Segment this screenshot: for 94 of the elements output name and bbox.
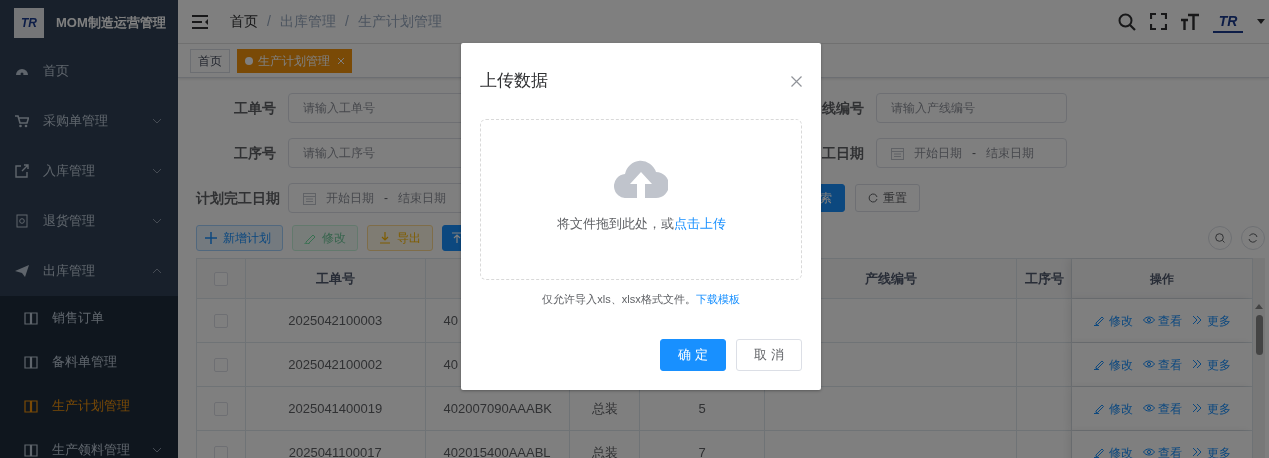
- refresh-button[interactable]: [1241, 226, 1265, 250]
- drop-instructions: 将文件拖到此处，或点击上传: [556, 215, 726, 233]
- export-button[interactable]: 导出: [367, 225, 433, 251]
- edit-link[interactable]: 修改: [1093, 311, 1133, 330]
- scroll-up-arrow-icon[interactable]: [1255, 304, 1263, 309]
- pencil-icon: [1093, 447, 1106, 458]
- double-chevron-icon: [1191, 447, 1204, 458]
- caret-down-icon[interactable]: [1257, 19, 1265, 24]
- double-chevron-icon: [1191, 403, 1204, 414]
- search-icon[interactable]: [1118, 12, 1136, 31]
- double-chevron-icon: [1191, 315, 1204, 326]
- book-icon: [24, 443, 38, 457]
- reset-button[interactable]: 重置: [855, 184, 920, 212]
- paper-plane-icon: [15, 264, 29, 278]
- range-separator: -: [384, 190, 388, 207]
- external-link-icon: [15, 164, 29, 178]
- scrollbar-thumb[interactable]: [1255, 315, 1263, 355]
- table-cell: 402015400AAABL: [425, 431, 571, 458]
- tab[interactable]: 首页: [190, 48, 230, 73]
- table-cell: 7: [640, 431, 765, 458]
- refresh-icon: [1248, 233, 1258, 243]
- menu-item[interactable]: 首页: [0, 46, 178, 96]
- refresh-icon: [868, 193, 878, 203]
- table-cell: 2025042100002: [245, 343, 426, 386]
- cancel-button[interactable]: 取 消: [736, 338, 802, 371]
- search-toggle-button[interactable]: [1208, 226, 1232, 250]
- more-link[interactable]: 更多: [1191, 311, 1231, 330]
- range-separator: -: [972, 145, 976, 162]
- download-icon: [379, 232, 391, 244]
- table-cell: 2025041100017: [245, 431, 426, 458]
- plus-icon: [205, 232, 217, 244]
- search-icon: [1215, 233, 1225, 243]
- column-header: 工单号: [245, 259, 426, 298]
- eye-icon: [1142, 403, 1155, 414]
- pencil-icon: [1093, 359, 1106, 370]
- tab[interactable]: 生产计划管理: [237, 48, 352, 73]
- eye-icon: [1142, 315, 1155, 326]
- scrollbar[interactable]: [1253, 258, 1265, 458]
- breadcrumb-separator: /: [344, 12, 349, 31]
- menu-item[interactable]: 出库管理: [0, 246, 178, 296]
- cloud-upload-icon: [614, 158, 668, 198]
- text-size-icon[interactable]: [1181, 13, 1199, 30]
- submenu-item[interactable]: 备料单管理: [0, 340, 178, 384]
- file-drop-zone[interactable]: 将文件拖到此处，或点击上传: [480, 119, 802, 280]
- menu-item[interactable]: 退货管理: [0, 196, 178, 246]
- menu-item[interactable]: 采购单管理: [0, 96, 178, 146]
- double-chevron-icon: [1191, 359, 1204, 370]
- edit-link[interactable]: 修改: [1093, 355, 1133, 374]
- eye-icon: [1142, 359, 1155, 370]
- edit-link[interactable]: 修改: [1093, 443, 1133, 458]
- view-link[interactable]: 查看: [1142, 443, 1182, 458]
- fullscreen-icon[interactable]: [1150, 13, 1167, 30]
- calendar-icon: [891, 146, 904, 160]
- pencil-icon: [1093, 315, 1106, 326]
- column-header: 操作: [1072, 259, 1252, 298]
- book-icon: [24, 355, 38, 369]
- view-link[interactable]: 查看: [1142, 355, 1182, 374]
- menu-fold-icon[interactable]: [192, 14, 208, 29]
- book-icon: [24, 311, 38, 325]
- view-link[interactable]: 查看: [1142, 311, 1182, 330]
- field-label: 工序号: [233, 143, 276, 163]
- add-button[interactable]: 新增计划: [196, 225, 283, 251]
- table-cell: 2025042100003: [245, 299, 426, 342]
- close-icon[interactable]: [791, 75, 802, 87]
- breadcrumb-separator: /: [267, 12, 271, 31]
- eye-icon: [1142, 447, 1155, 458]
- download-template-link[interactable]: 下载模板: [695, 293, 740, 305]
- safe-icon: [15, 214, 29, 228]
- upload-link[interactable]: 点击上传: [673, 216, 726, 231]
- submenu-item[interactable]: 销售订单: [0, 296, 178, 340]
- field-label: 工单号: [233, 98, 276, 118]
- field-label: 线编号: [821, 98, 864, 118]
- dialog-title: 上传数据: [480, 70, 548, 93]
- book-icon: [24, 399, 38, 413]
- submenu-item[interactable]: 生产计划管理: [0, 384, 178, 428]
- submenu-item[interactable]: 生产领料管理: [0, 428, 178, 458]
- table-cell: 2025041400019: [245, 387, 426, 430]
- view-link[interactable]: 查看: [1142, 399, 1182, 418]
- avatar-logo[interactable]: TR: [1213, 10, 1243, 33]
- dot-icon: [245, 56, 253, 65]
- menu-item[interactable]: 入库管理: [0, 146, 178, 196]
- field-label: 工日期: [821, 143, 864, 163]
- cart-icon: [15, 114, 29, 128]
- edit-link[interactable]: 修改: [1093, 399, 1133, 418]
- confirm-button[interactable]: 确 定: [660, 338, 726, 371]
- pencil-icon: [1093, 403, 1106, 414]
- calendar-icon: [303, 191, 316, 205]
- more-link[interactable]: 更多: [1191, 443, 1231, 458]
- more-link[interactable]: 更多: [1191, 355, 1231, 374]
- app-title: MOM制造运营管理: [56, 14, 166, 33]
- logo: TR: [14, 8, 44, 38]
- breadcrumb-item[interactable]: 首页: [230, 11, 258, 32]
- table-cell: 总装: [570, 431, 641, 458]
- more-link[interactable]: 更多: [1191, 399, 1231, 418]
